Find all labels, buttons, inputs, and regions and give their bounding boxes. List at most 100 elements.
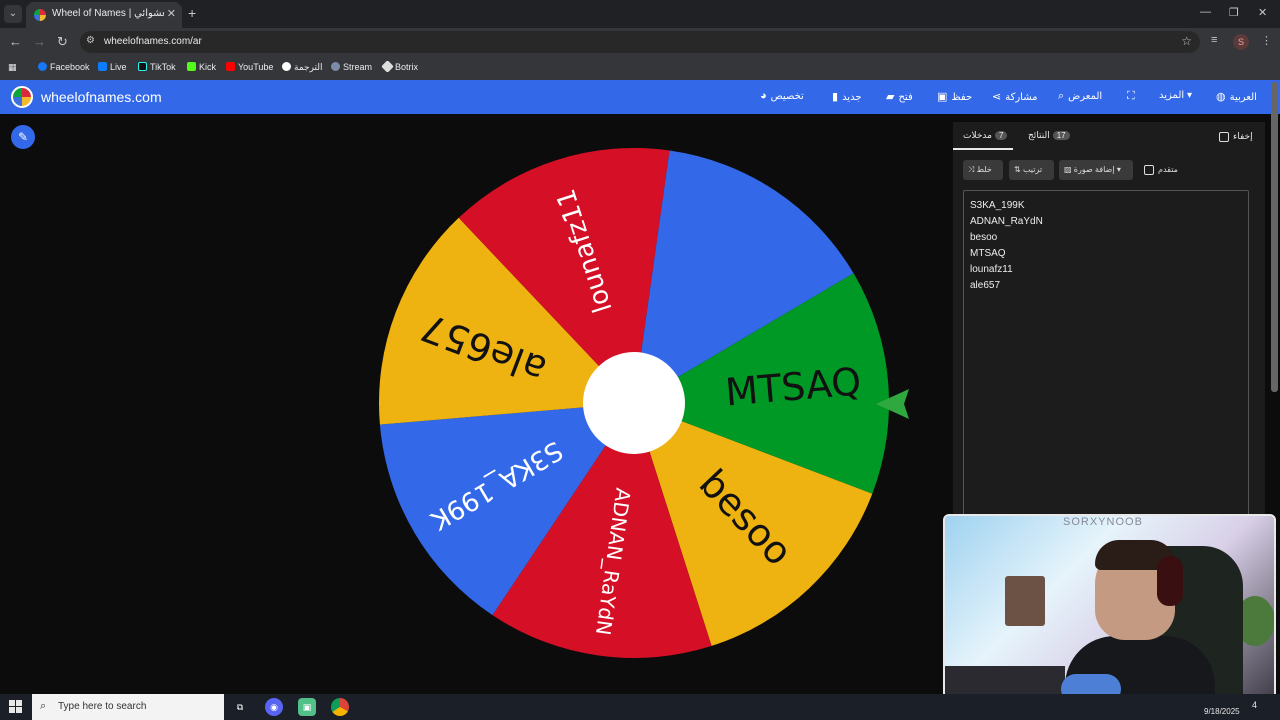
- entries-textarea[interactable]: S3KA_199K ADNAN_RaYdN besoo MTSAQ lounaf…: [963, 190, 1249, 517]
- site-favicon-icon: [34, 9, 46, 21]
- webcam-overlay-title: SORXYNOOB: [1063, 516, 1143, 528]
- menu-open[interactable]: ▰ فتح: [886, 90, 913, 103]
- new-tab-icon[interactable]: +: [188, 5, 196, 21]
- forward-icon[interactable]: →: [33, 34, 46, 49]
- tab-entries[interactable]: مدخلات 7: [963, 130, 1008, 141]
- bookmark-star-icon[interactable]: ☆: [1181, 34, 1192, 48]
- wheel-pointer-icon: [876, 389, 909, 419]
- restore-icon[interactable]: ❐: [1229, 6, 1239, 19]
- webcam-shelf: [1005, 576, 1045, 626]
- menu-new[interactable]: ▮ جديد: [832, 90, 862, 103]
- kick-icon: [187, 62, 196, 71]
- bookmark-stream[interactable]: Stream: [331, 62, 372, 72]
- search-icon: ⌕: [1058, 90, 1065, 102]
- fullscreen-button[interactable]: ⛶: [1127, 90, 1139, 103]
- menu-gallery[interactable]: ⌕ المعرض: [1058, 90, 1102, 103]
- tab-results[interactable]: النتائج 17: [1028, 130, 1070, 141]
- meta-icon: [98, 62, 107, 71]
- chrome-icon[interactable]: [331, 698, 349, 716]
- notification-count[interactable]: 4: [1252, 700, 1257, 710]
- bookmark-live[interactable]: Live: [98, 62, 127, 72]
- palette-icon: ◕: [760, 90, 767, 102]
- discord-icon[interactable]: ◉: [265, 698, 283, 716]
- headset-icon: [1157, 556, 1183, 606]
- reload-icon[interactable]: ↻: [57, 34, 68, 50]
- menu-more[interactable]: المزيد ▾: [1159, 90, 1192, 101]
- profile-avatar[interactable]: S: [1233, 34, 1249, 50]
- site-info-icon[interactable]: ⚙: [86, 35, 95, 46]
- globe-icon: ◍: [1216, 91, 1226, 103]
- chrome-menu-icon[interactable]: ⋮: [1261, 34, 1272, 47]
- browser-tab[interactable]: Wheel of Names | اسم العشوائي ✕: [26, 2, 182, 28]
- advanced-label: متقدم: [1158, 165, 1178, 174]
- hide-checkbox[interactable]: [1219, 132, 1229, 142]
- add-image-button[interactable]: ▨ إضافة صورة ▾: [1059, 160, 1133, 180]
- bookmark-tiktok[interactable]: TikTok: [138, 62, 176, 72]
- image-icon: ▨: [1064, 165, 1072, 174]
- browser-tabstrip: ⌄ Wheel of Names | اسم العشوائي ✕ + — ❐ …: [0, 0, 1280, 28]
- menu-customize[interactable]: ◕ تخصيص: [760, 90, 804, 102]
- list-item: besoo: [970, 232, 998, 243]
- browser-toolbar: ← → ↻ ⚙ wheelofnames.com/ar ☆ ≡ ⋮: [0, 28, 1280, 56]
- botrix-icon: [381, 60, 394, 73]
- folder-icon: ▰: [886, 91, 895, 103]
- hide-label: إخفاء: [1233, 131, 1253, 141]
- bookmark-kick[interactable]: Kick: [187, 62, 216, 72]
- url-text: wheelofnames.com/ar: [104, 36, 202, 47]
- bookmark-facebook[interactable]: Facebook: [38, 62, 90, 72]
- webcam-overlay: SORXYNOOB: [943, 514, 1276, 704]
- taskbar-search-input[interactable]: ⌕ Type here to search: [32, 694, 224, 720]
- fullscreen-icon: ⛶: [1127, 90, 1135, 102]
- shuffle-button[interactable]: ⤨ خلط: [963, 160, 1003, 180]
- tab-title: Wheel of Names | اسم العشوائي: [52, 8, 164, 19]
- list-item: ale657: [970, 280, 1001, 291]
- wheel-svg[interactable]: MTSAQbesooADNAN_RaYdNS3KA_199Kale657loun…: [378, 147, 890, 659]
- taskbar-date[interactable]: 9/18/2025: [1204, 707, 1240, 716]
- save-icon: ▣: [937, 91, 948, 103]
- menu-share[interactable]: ⋖ مشاركة: [992, 90, 1038, 103]
- bookmark-youtube[interactable]: YouTube: [226, 62, 273, 72]
- edit-pencil-button[interactable]: ✎: [11, 125, 35, 149]
- minimize-icon[interactable]: —: [1200, 6, 1211, 18]
- sort-button[interactable]: ⇅ ترتيب: [1009, 160, 1054, 180]
- address-bar[interactable]: ⚙ wheelofnames.com/ar ☆: [80, 31, 1200, 53]
- sort-icon: ⇅: [1014, 165, 1021, 174]
- advanced-checkbox[interactable]: [1144, 165, 1154, 175]
- taskbar-search-placeholder: Type here to search: [58, 701, 147, 712]
- bookmark-botrix[interactable]: Botrix: [381, 60, 418, 73]
- steam-icon: [331, 62, 340, 71]
- search-icon: ⌕: [40, 700, 47, 712]
- close-tab-icon[interactable]: ✕: [167, 7, 176, 20]
- wheel[interactable]: MTSAQ besoo ADNAN_RaYdN S3KA_199K ale657 loun…: [378, 147, 890, 659]
- share-icon: ⋖: [992, 91, 1002, 103]
- menu-save[interactable]: ▣ حفظ: [937, 90, 972, 103]
- kick-app-icon[interactable]: ▣: [298, 698, 316, 716]
- list-item: ADNAN_RaYdN: [970, 216, 1043, 227]
- apps-grid-icon[interactable]: ▦: [8, 62, 17, 73]
- media-control-icon[interactable]: ≡: [1211, 34, 1217, 46]
- windows-start-icon[interactable]: [9, 700, 22, 713]
- page-scrollbar[interactable]: [1271, 82, 1278, 392]
- task-view-icon[interactable]: ⧉: [231, 698, 249, 716]
- bookmark-translate[interactable]: الترجمة: [282, 62, 323, 73]
- entries-panel: مدخلات 7 النتائج 17 إخفاء ⤨ خلط ⇅ ترتيب ▨ …: [953, 122, 1265, 517]
- start-pane: [9, 700, 15, 706]
- shuffle-icon: ⤨: [968, 165, 975, 174]
- tab-search-button[interactable]: ⌄: [4, 5, 22, 23]
- menu-language[interactable]: ◍ العربية: [1216, 90, 1257, 103]
- app-logo-text[interactable]: wheelofnames.com: [41, 89, 162, 105]
- wheel-logo-icon[interactable]: [11, 86, 33, 108]
- entries-count-badge: 7: [994, 131, 1008, 140]
- close-window-icon[interactable]: ✕: [1258, 6, 1267, 19]
- chevron-down-icon: ▾: [1116, 165, 1121, 174]
- active-tab-indicator: [953, 148, 1013, 150]
- list-item: S3KA_199K: [970, 200, 1025, 211]
- app-header: wheelofnames.com ◕ تخصيص ▮ جديد ▰ فتح ▣ حفظ …: [0, 80, 1280, 114]
- start-pane: [9, 707, 15, 713]
- spin-center-button[interactable]: [583, 352, 685, 454]
- google-icon: [282, 62, 291, 71]
- start-pane: [16, 707, 22, 713]
- start-pane: [16, 700, 22, 706]
- list-item: MTSAQ: [970, 248, 1006, 259]
- back-icon[interactable]: ←: [9, 34, 22, 49]
